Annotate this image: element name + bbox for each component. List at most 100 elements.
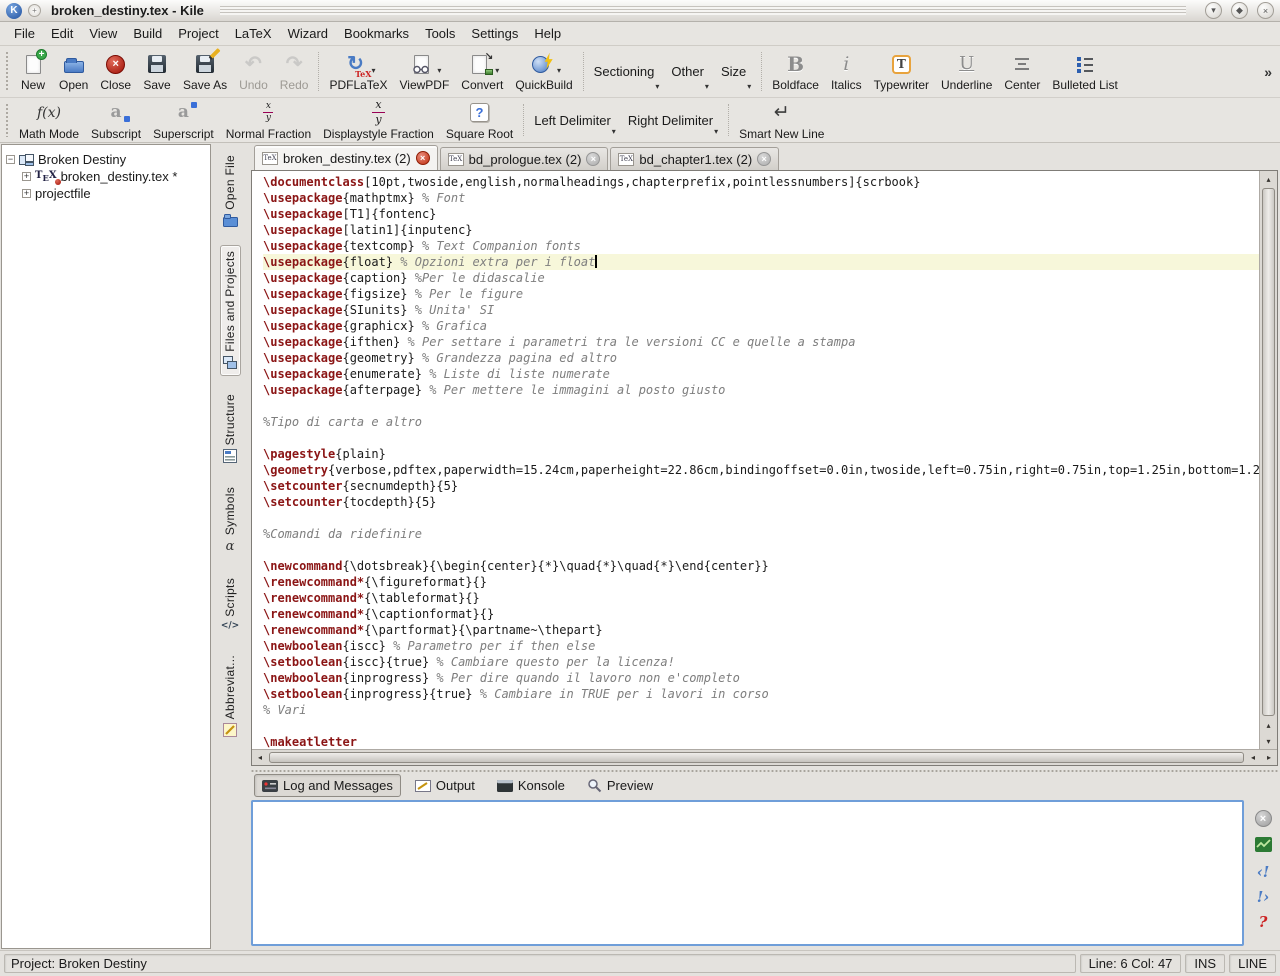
tree-item-projectfile[interactable]: +projectfile [6, 185, 206, 202]
toolbar-button-save[interactable]: Save [137, 47, 177, 96]
titlebar[interactable]: K + broken_destiny.tex - Kile ▾ ◆ × [0, 0, 1280, 22]
scroll-left-arrow[interactable]: ◂ [252, 750, 268, 765]
previous-error-button[interactable]: ‹! [1257, 865, 1270, 880]
tree-expander[interactable]: − [6, 155, 15, 164]
code-line[interactable] [263, 718, 1259, 734]
bottom-tab-konsole[interactable]: Konsole [489, 774, 573, 797]
code-line[interactable]: \usepackage{figsize} % Per le figure [263, 286, 1259, 302]
toolbar-button-underline[interactable]: UUnderline [935, 47, 998, 96]
toolbar-button-other[interactable]: Other▾ [665, 47, 715, 96]
editor-horizontal-scrollbar[interactable]: ◂ ◂ ▸ [252, 749, 1277, 765]
toolbar-button-smart-new-line[interactable]: ↵Smart New Line [733, 99, 830, 141]
menu-latex[interactable]: LaTeX [227, 23, 280, 44]
toolbar-button-open[interactable]: Open [53, 47, 94, 96]
toolbar-button-close[interactable]: ×Close [94, 47, 137, 96]
toolbar-button-sectioning[interactable]: Sectioning▾ [588, 47, 666, 96]
menu-help[interactable]: Help [526, 23, 569, 44]
toolbar-button-normal-fraction[interactable]: xyNormal Fraction [220, 99, 317, 141]
menu-bookmarks[interactable]: Bookmarks [336, 23, 417, 44]
sidebar-tab-abbreviat[interactable]: Abbreviat... [220, 649, 240, 743]
code-line[interactable]: \usepackage{ifthen} % Per settare i para… [263, 334, 1259, 350]
sidebar-tab-open-file[interactable]: Open File [220, 149, 241, 233]
close-tab-button[interactable]: × [757, 152, 771, 166]
code-line[interactable]: \setboolean{iscc}{true} % Cambiare quest… [263, 654, 1259, 670]
code-line[interactable]: \setcounter{secnumdepth}{5} [263, 478, 1259, 494]
code-line[interactable]: \newboolean{iscc} % Parametro per if the… [263, 638, 1259, 654]
code-line[interactable]: %Comandi da ridefinire [263, 526, 1259, 542]
menu-file[interactable]: File [6, 23, 43, 44]
toolbar-button-new[interactable]: +New [13, 47, 53, 96]
warnings-button[interactable]: ? [1259, 915, 1268, 930]
scroll-down-arrow[interactable]: ▾ [1260, 733, 1277, 749]
bottom-tab-preview[interactable]: Preview [579, 774, 661, 797]
toolbar-button-italics[interactable]: iItalics [825, 47, 868, 96]
code-line[interactable]: \documentclass[10pt,twoside,english,norm… [263, 174, 1259, 190]
close-tab-button[interactable]: × [416, 151, 430, 165]
scroll-up-arrow[interactable]: ▴ [1260, 171, 1277, 187]
code-line[interactable]: \renewcommand*{\tableformat}{} [263, 590, 1259, 606]
toolbar-button-redo[interactable]: ↷Redo [274, 47, 315, 96]
menu-tools[interactable]: Tools [417, 23, 463, 44]
close-tab-button[interactable]: × [586, 152, 600, 166]
app-icon[interactable]: K [6, 3, 22, 19]
menu-settings[interactable]: Settings [463, 23, 526, 44]
code-line[interactable]: %Tipo di carta e altro [263, 414, 1259, 430]
toolbar-button-quickbuild[interactable]: ▾QuickBuild [509, 47, 578, 96]
toolbar-button-convert[interactable]: ↘▾Convert [455, 47, 509, 96]
menu-wizard[interactable]: Wizard [280, 23, 336, 44]
code-line[interactable]: \usepackage{SIunits} % Unita' SI [263, 302, 1259, 318]
toolbar-button-typewriter[interactable]: TTypewriter [868, 47, 935, 96]
code-line[interactable]: \usepackage{afterpage} % Per mettere le … [263, 382, 1259, 398]
toolbar-button-displaystyle-fraction[interactable]: xyDisplaystyle Fraction [317, 99, 440, 141]
log-output-area[interactable] [251, 800, 1244, 946]
toolbar-button-math-mode[interactable]: f(x)Math Mode [13, 99, 85, 141]
document-tab-broken-destiny-tex-2[interactable]: TeXbroken_destiny.tex (2)× [254, 145, 438, 170]
splitter-handle[interactable] [251, 766, 1278, 773]
menu-project[interactable]: Project [170, 23, 226, 44]
document-tab-bd-prologue-tex-2[interactable]: TeXbd_prologue.tex (2)× [440, 147, 609, 170]
scroll-up-arrow[interactable]: ▴ [1260, 717, 1277, 733]
scroll-left-arrow[interactable]: ◂ [1245, 750, 1261, 765]
code-line[interactable] [263, 430, 1259, 446]
status-selection-mode[interactable]: LINE [1229, 954, 1276, 973]
tree-item-project-root[interactable]: −Broken Destiny [6, 151, 206, 168]
toolbar-button-left-delimiter[interactable]: Left Delimiter▾ [528, 99, 622, 141]
code-line[interactable]: \usepackage{mathptmx} % Font [263, 190, 1259, 206]
tree-expander[interactable]: + [22, 172, 31, 181]
menu-view[interactable]: View [81, 23, 125, 44]
toolbar-overflow-button[interactable]: » [1258, 64, 1278, 80]
code-line[interactable]: % Vari [263, 702, 1259, 718]
toolbar-button-superscript[interactable]: aSuperscript [147, 99, 220, 141]
sidebar-tab-symbols[interactable]: Symbolsα [220, 481, 240, 560]
tree-expander[interactable]: + [22, 189, 31, 198]
editor-text-area[interactable]: \documentclass[10pt,twoside,english,norm… [252, 171, 1259, 749]
editor-vertical-scrollbar[interactable]: ▴ ▴ ▾ [1259, 171, 1277, 749]
code-line[interactable]: \usepackage{graphicx} % Grafica [263, 318, 1259, 334]
toolbar-button-subscript[interactable]: aSubscript [85, 99, 147, 141]
tree-item-broken-destiny-tex[interactable]: +TEXbroken_destiny.tex * [6, 168, 206, 185]
code-line[interactable]: \setboolean{inprogress}{true} % Cambiare… [263, 686, 1259, 702]
code-line[interactable]: \usepackage{caption} %Per le didascalie [263, 270, 1259, 286]
code-line[interactable] [263, 398, 1259, 414]
sidebar-tab-files-and-projects[interactable]: Files and Projects [220, 245, 241, 376]
code-line[interactable]: \usepackage{enumerate} % Liste di liste … [263, 366, 1259, 382]
code-line[interactable]: \usepackage[latin1]{inputenc} [263, 222, 1259, 238]
code-line[interactable]: \newboolean{inprogress} % Per dire quand… [263, 670, 1259, 686]
toolbar-button-right-delimiter[interactable]: Right Delimiter▾ [622, 99, 724, 141]
next-error-button[interactable]: !› [1257, 890, 1270, 905]
toolbar-button-pdflatex[interactable]: ↻TeX▾PDFLaTeX [323, 47, 393, 96]
toolbar-button-viewpdf[interactable]: ▾ViewPDF [393, 47, 455, 96]
menu-build[interactable]: Build [125, 23, 170, 44]
toolbar-button-center[interactable]: Center [998, 47, 1046, 96]
code-line[interactable]: \setcounter{tocdepth}{5} [263, 494, 1259, 510]
toolbar-button-bulleted-list[interactable]: Bulleted List [1046, 47, 1123, 96]
code-line[interactable]: \usepackage{textcomp} % Text Companion f… [263, 238, 1259, 254]
toolbar-button-boldface[interactable]: BBoldface [766, 47, 825, 96]
latex-log-button[interactable] [1255, 837, 1272, 855]
window-sticky-button[interactable]: + [28, 4, 41, 17]
code-line[interactable]: \renewcommand*{\figureformat}{} [263, 574, 1259, 590]
code-line[interactable]: \usepackage{geometry} % Grandezza pagina… [263, 350, 1259, 366]
toolbar-button-undo[interactable]: ↶Undo [233, 47, 274, 96]
code-line[interactable]: \makeatletter [263, 734, 1259, 749]
sidebar-tab-structure[interactable]: Structure [220, 388, 240, 469]
